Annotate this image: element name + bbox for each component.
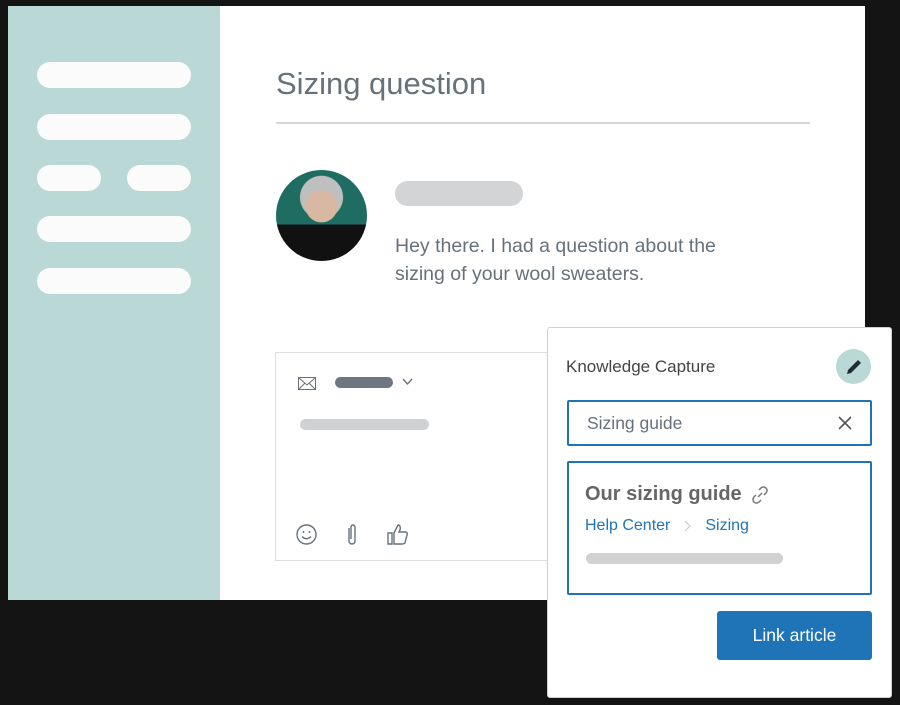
sidebar-item[interactable]: [37, 268, 191, 294]
envelope-icon: [298, 377, 316, 390]
message-text: Hey there. I had a question about the si…: [395, 235, 716, 285]
link-icon[interactable]: [750, 485, 770, 505]
avatar: [276, 170, 367, 261]
divider: [276, 122, 810, 124]
page-title: Sizing question: [276, 66, 487, 101]
search-input[interactable]: [587, 412, 838, 434]
emoji-icon[interactable]: [296, 524, 317, 545]
sender-name-placeholder: [395, 181, 523, 206]
reply-composer[interactable]: [275, 352, 565, 561]
chevron-right-icon: [684, 520, 692, 532]
breadcrumb-help-center[interactable]: Help Center: [585, 517, 670, 535]
text-placeholder: [586, 553, 783, 564]
pencil-icon: [846, 359, 861, 374]
breadcrumb: Help Center Sizing: [585, 517, 749, 535]
sidebar-item[interactable]: [37, 165, 101, 191]
search-field[interactable]: [567, 400, 872, 446]
knowledge-capture-panel: Knowledge Capture Our sizing guide Help …: [547, 327, 892, 698]
panel-title: Knowledge Capture: [566, 357, 716, 376]
text-placeholder: [300, 419, 429, 430]
edit-button[interactable]: [836, 349, 871, 384]
article-title[interactable]: Our sizing guide: [585, 483, 742, 506]
sidebar-item[interactable]: [37, 114, 191, 140]
thumbs-up-icon[interactable]: [387, 523, 409, 545]
article-result-card[interactable]: Our sizing guide Help Center Sizing: [567, 461, 872, 595]
paperclip-icon[interactable]: [346, 523, 358, 546]
sidebar-item[interactable]: [37, 216, 191, 242]
breadcrumb-sizing[interactable]: Sizing: [705, 517, 749, 535]
sidebar-item[interactable]: [37, 62, 191, 88]
chevron-down-icon[interactable]: [402, 378, 413, 386]
link-article-button[interactable]: Link article: [717, 611, 872, 660]
channel-selector[interactable]: [335, 377, 393, 388]
close-icon[interactable]: [838, 416, 852, 430]
sidebar-item[interactable]: [127, 165, 191, 191]
sidebar: [8, 6, 220, 600]
